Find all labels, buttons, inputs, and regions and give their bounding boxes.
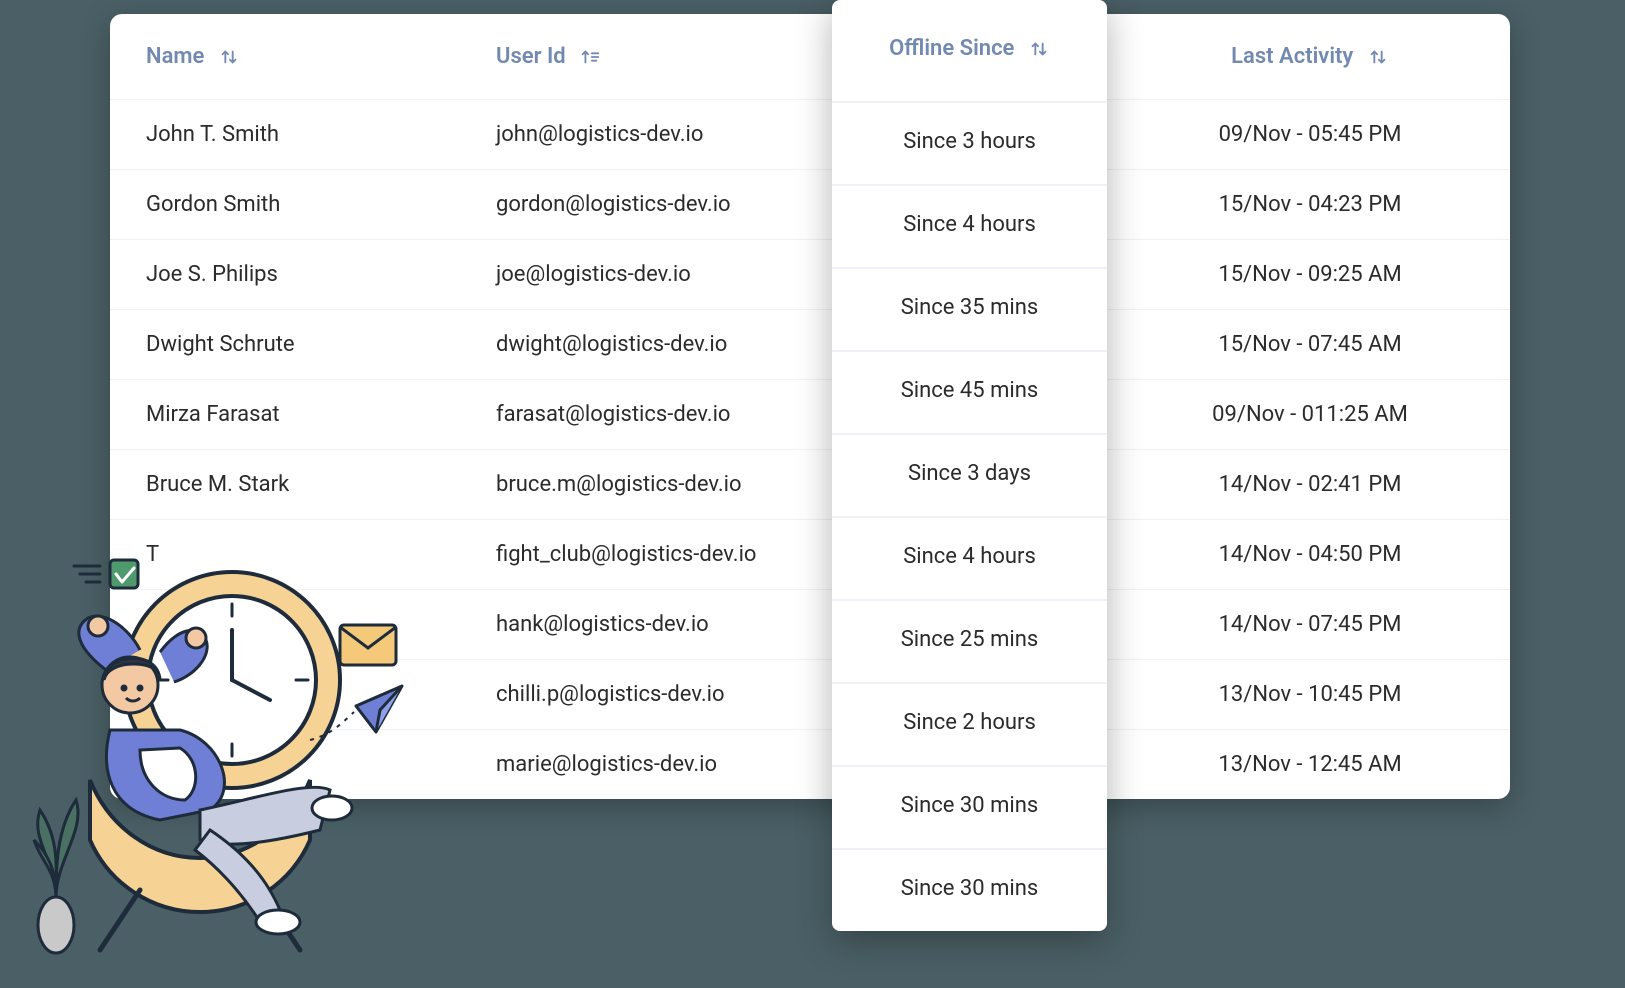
cell-name: Bruce M. Stark [110, 449, 460, 519]
cell-userid: marie@logistics-dev.io [460, 729, 830, 799]
floating-offline-cell: Since 30 mins [832, 848, 1107, 931]
cell-last-activity: 09/Nov - 05:45 PM [1110, 99, 1510, 169]
cell-userid: fight_club@logistics-dev.io [460, 519, 830, 589]
table-row[interactable]: chilli.p@logistics-dev.ioSince 30 mins13… [110, 659, 1510, 729]
cell-userid: dwight@logistics-dev.io [460, 309, 830, 379]
cell-userid: bruce.m@logistics-dev.io [460, 449, 830, 519]
table-header-row: Name User Id [110, 14, 1510, 99]
floating-offline-cell: Since 3 hours [832, 101, 1107, 184]
cell-last-activity: 14/Nov - 04:50 PM [1110, 519, 1510, 589]
cell-last-activity: 14/Nov - 07:45 PM [1110, 589, 1510, 659]
offline-users-table-card: Name User Id [110, 14, 1510, 799]
col-header-name-label: Name [146, 44, 204, 69]
table-row[interactable]: Dwight Schrutedwight@logistics-dev.ioSin… [110, 309, 1510, 379]
col-header-userid[interactable]: User Id [460, 14, 830, 99]
cell-name: Mirza Farasat [110, 379, 460, 449]
table-row[interactable]: Bruce M. Starkbruce.m@logistics-dev.ioSi… [110, 449, 1510, 519]
table-row[interactable]: hank@logistics-dev.ioSince 2 hours14/Nov… [110, 589, 1510, 659]
cell-userid: hank@logistics-dev.io [460, 589, 830, 659]
col-header-last-activity[interactable]: Last Activity [1110, 14, 1510, 99]
table-row[interactable]: Joe S. Philipsjoe@logistics-dev.ioSince … [110, 239, 1510, 309]
cell-name: Marie chrad [110, 729, 460, 799]
floating-offline-cell: Since 45 mins [832, 350, 1107, 433]
cell-last-activity: 13/Nov - 12:45 AM [1110, 729, 1510, 799]
cell-last-activity: 09/Nov - 011:25 AM [1110, 379, 1510, 449]
cell-userid: gordon@logistics-dev.io [460, 169, 830, 239]
offline-users-table: Name User Id [110, 14, 1510, 799]
offline-since-floating-panel: Offline Since Since 3 hoursSince 4 hours… [832, 0, 1107, 931]
floating-offline-cell: Since 3 days [832, 433, 1107, 516]
sort-arrows-icon [1367, 46, 1389, 68]
sort-arrows-icon [218, 46, 240, 68]
cell-userid: john@logistics-dev.io [460, 99, 830, 169]
cell-name: John T. Smith [110, 99, 460, 169]
col-header-last-activity-label: Last Activity [1231, 44, 1353, 69]
col-header-name[interactable]: Name [110, 14, 460, 99]
cell-name [110, 589, 460, 659]
table-row[interactable]: Marie chradmarie@logistics-dev.ioSince 3… [110, 729, 1510, 799]
floating-offline-cell: Since 4 hours [832, 184, 1107, 267]
cell-name: Dwight Schrute [110, 309, 460, 379]
cell-name: Gordon Smith [110, 169, 460, 239]
cell-name: Joe S. Philips [110, 239, 460, 309]
table-row[interactable]: Mirza Farasatfarasat@logistics-dev.ioSin… [110, 379, 1510, 449]
cell-userid: chilli.p@logistics-dev.io [460, 659, 830, 729]
cell-last-activity: 15/Nov - 04:23 PM [1110, 169, 1510, 239]
cell-last-activity: 14/Nov - 02:41 PM [1110, 449, 1510, 519]
floating-offline-cell: Since 35 mins [832, 267, 1107, 350]
col-header-userid-label: User Id [496, 44, 566, 69]
cell-userid: farasat@logistics-dev.io [460, 379, 830, 449]
floating-offline-cell: Since 25 mins [832, 599, 1107, 682]
floating-offline-cell: Since 30 mins [832, 765, 1107, 848]
cell-userid: joe@logistics-dev.io [460, 239, 830, 309]
sort-arrows-icon [1028, 38, 1050, 60]
sort-alpha-icon [579, 46, 601, 68]
cell-last-activity: 15/Nov - 09:25 AM [1110, 239, 1510, 309]
table-row[interactable]: Gordon Smithgordon@logistics-dev.ioSince… [110, 169, 1510, 239]
floating-header-label: Offline Since [889, 36, 1014, 61]
floating-offline-cell: Since 2 hours [832, 682, 1107, 765]
cell-last-activity: 13/Nov - 10:45 PM [1110, 659, 1510, 729]
cell-last-activity: 15/Nov - 07:45 AM [1110, 309, 1510, 379]
cell-name [110, 659, 460, 729]
cell-name: T [110, 519, 460, 589]
floating-header[interactable]: Offline Since [832, 0, 1107, 101]
floating-offline-cell: Since 4 hours [832, 516, 1107, 599]
table-row[interactable]: Tfight_club@logistics-dev.ioSince 25 min… [110, 519, 1510, 589]
table-row[interactable]: John T. Smithjohn@logistics-dev.ioSince … [110, 99, 1510, 169]
